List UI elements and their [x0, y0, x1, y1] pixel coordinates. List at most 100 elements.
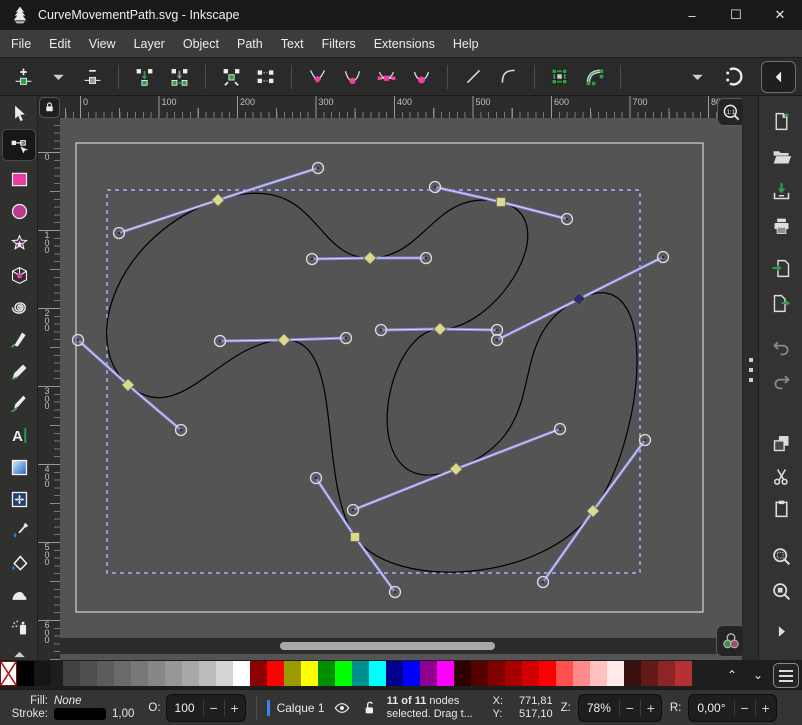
path-node-diamond[interactable] — [212, 194, 225, 207]
opacity-decrease-button[interactable]: − — [203, 700, 224, 716]
menu-file[interactable]: File — [2, 33, 40, 55]
close-button[interactable]: ✕ — [758, 0, 802, 30]
menu-filters[interactable]: Filters — [313, 33, 365, 55]
node-auto-smooth-button[interactable] — [407, 63, 436, 91]
horizontal-scrollbar[interactable] — [60, 638, 742, 654]
palette-scroll-down-button[interactable]: ⌄ — [745, 660, 771, 689]
palette-menu-button[interactable] — [773, 663, 799, 688]
path-node-square[interactable] — [351, 533, 360, 542]
swatch-ffff00[interactable] — [301, 661, 318, 686]
canvas[interactable] — [60, 118, 742, 660]
panel-resize-grip[interactable] — [742, 96, 759, 660]
mesh-tool[interactable] — [3, 484, 35, 514]
swatch-9b9b00[interactable] — [284, 661, 301, 686]
path-node-diamond-dark[interactable] — [573, 293, 586, 306]
delete-node-button[interactable] — [79, 63, 108, 91]
swatch-b53030[interactable] — [675, 661, 692, 686]
paint-bucket-tool[interactable] — [3, 548, 35, 578]
save-document-button[interactable] — [767, 177, 795, 205]
print-button[interactable] — [767, 212, 795, 240]
swatch-ff5050[interactable] — [556, 661, 573, 686]
node-tool[interactable] — [3, 130, 35, 160]
delete-segment-button[interactable] — [251, 63, 280, 91]
redo-button[interactable] — [767, 366, 795, 394]
menu-extensions[interactable]: Extensions — [365, 33, 444, 55]
rotation-increase-button[interactable]: + — [755, 700, 776, 716]
swatch-ff0000[interactable] — [267, 661, 284, 686]
swatch-a8a8a8[interactable] — [182, 661, 199, 686]
menu-text[interactable]: Text — [272, 33, 313, 55]
zoom-value[interactable]: 78% — [579, 701, 619, 715]
swatch-800000[interactable] — [488, 661, 505, 686]
swatch-fa0000[interactable] — [539, 661, 556, 686]
swatch-5c5c5c[interactable] — [97, 661, 114, 686]
stroke-to-path-button[interactable] — [580, 63, 609, 91]
vertical-ruler[interactable]: 01 0 02 0 03 0 04 0 05 0 06 0 0 — [38, 118, 60, 660]
swatch-8c2525[interactable] — [658, 661, 675, 686]
swatch-a80000[interactable] — [505, 661, 522, 686]
menu-object[interactable]: Object — [174, 33, 228, 55]
swatch-ff00ff[interactable] — [437, 661, 454, 686]
text-tool[interactable]: A — [3, 420, 35, 450]
break-nodes-button[interactable] — [217, 63, 246, 91]
insert-node-menu-button[interactable] — [44, 63, 73, 91]
swatch-2e0000[interactable] — [454, 661, 471, 686]
layer-name[interactable]: Calque 1 — [277, 701, 325, 715]
swatch-d4d4d4[interactable] — [216, 661, 233, 686]
swatch-bcbcbc[interactable] — [199, 661, 216, 686]
rotation-decrease-button[interactable]: − — [734, 700, 755, 716]
calligraphy-tool[interactable] — [3, 388, 35, 418]
swatch-161616[interactable] — [34, 661, 51, 686]
swatch-000000[interactable] — [17, 661, 34, 686]
menu-help[interactable]: Help — [444, 33, 488, 55]
zoom-increase-button[interactable]: + — [640, 700, 661, 716]
pen-tool[interactable] — [3, 324, 35, 354]
swatch-ff8a8a[interactable] — [573, 661, 590, 686]
path-node-diamond[interactable] — [278, 334, 291, 347]
stroke-width-value[interactable]: 1,00 — [112, 708, 134, 720]
node-smooth-button[interactable] — [338, 63, 367, 91]
dropper-tool[interactable] — [3, 516, 35, 546]
swatch-ffc0c0[interactable] — [590, 661, 607, 686]
swatch-3a0f0f[interactable] — [624, 661, 641, 686]
node-symmetric-button[interactable] — [373, 63, 402, 91]
swatch-631a1a[interactable] — [641, 661, 658, 686]
swatch-570000[interactable] — [471, 661, 488, 686]
zoom-decrease-button[interactable]: − — [619, 700, 640, 716]
zoom-drawing-button[interactable] — [767, 577, 795, 605]
menu-layer[interactable]: Layer — [125, 33, 174, 55]
insert-node-button[interactable] — [9, 63, 38, 91]
swatch-008f00[interactable] — [318, 661, 335, 686]
path-node-diamond[interactable] — [450, 463, 463, 476]
zoom-selection-button[interactable] — [767, 542, 795, 570]
swatch-878787[interactable] — [148, 661, 165, 686]
show-transform-handles-button[interactable] — [718, 63, 747, 91]
stroke-color-swatch[interactable] — [54, 708, 106, 720]
star-tool[interactable] — [3, 228, 35, 258]
cut-button[interactable] — [767, 462, 795, 490]
maximize-button[interactable]: ☐ — [714, 0, 758, 30]
pencil-tool[interactable] — [3, 356, 35, 386]
canvas-svg[interactable] — [60, 118, 742, 660]
swatch-8f008f[interactable] — [420, 661, 437, 686]
spray-tool[interactable] — [3, 612, 35, 642]
object-to-path-button[interactable] — [546, 63, 575, 91]
swatch-424242[interactable] — [63, 661, 80, 686]
open-document-button[interactable] — [767, 142, 795, 170]
swatch-0000ff[interactable] — [403, 661, 420, 686]
join-nodes-button[interactable] — [130, 63, 159, 91]
paste-button[interactable] — [767, 494, 795, 522]
segment-curve-button[interactable] — [494, 63, 523, 91]
swatch-008f8f[interactable] — [352, 661, 369, 686]
minimize-button[interactable]: – — [670, 0, 714, 30]
tweak-tool[interactable] — [3, 580, 35, 610]
export-button[interactable] — [767, 289, 795, 317]
layer-visibility-button[interactable] — [332, 698, 352, 718]
swatch-none[interactable] — [0, 661, 17, 686]
rotation-value[interactable]: 0,00° — [689, 701, 733, 715]
swatch-d10000[interactable] — [522, 661, 539, 686]
lock-guides-button[interactable] — [39, 97, 60, 118]
import-button[interactable] — [767, 254, 795, 282]
horizontal-ruler[interactable]: 0100200300400500600700800 — [60, 96, 742, 118]
duplicate-button[interactable] — [767, 429, 795, 457]
